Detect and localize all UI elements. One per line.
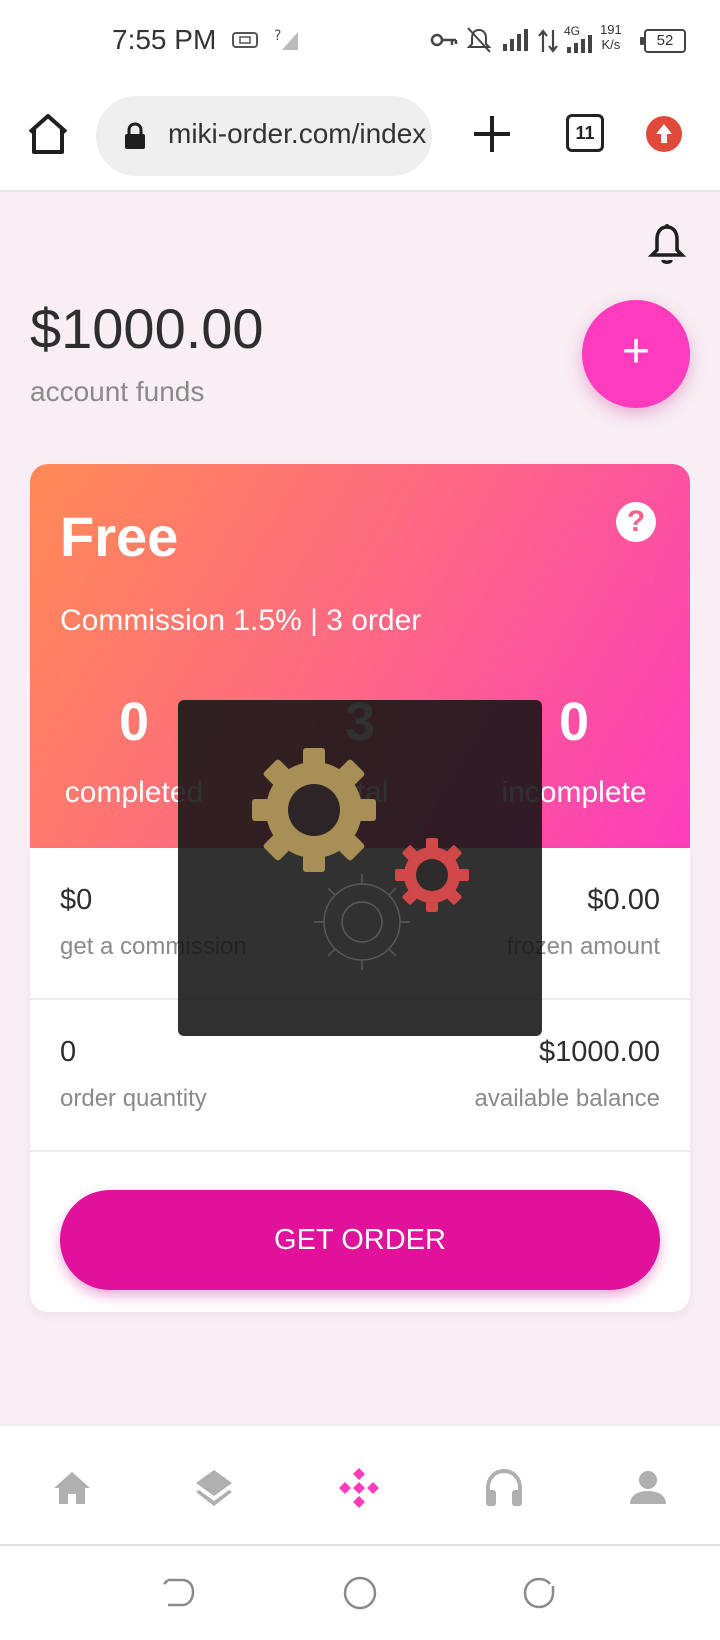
gears-loading-icon — [252, 748, 469, 970]
order-icon[interactable] — [337, 1466, 381, 1510]
no-signal-icon: ? — [274, 28, 298, 50]
faded-gear — [314, 874, 410, 970]
account-funds-label: account funds — [30, 376, 205, 407]
sim-card-icon — [232, 32, 258, 48]
order-quantity-value: 0 — [60, 1036, 77, 1068]
available-balance-label: available balance — [474, 1085, 660, 1112]
account-funds-value: $1000.00 — [30, 297, 264, 360]
home-icon[interactable] — [50, 1466, 94, 1510]
browser-toolbar: miki-order.com/index 11 — [0, 82, 720, 192]
network-speed: 191 K/s — [600, 22, 622, 52]
home-circle-icon[interactable] — [341, 1574, 379, 1612]
plus-icon[interactable] — [470, 112, 514, 156]
plan-name: Free — [60, 505, 179, 568]
signal-4g-icon — [567, 35, 592, 53]
home-icon[interactable] — [24, 110, 72, 158]
back-icon[interactable] — [160, 1574, 198, 1612]
tabs-icon[interactable]: 11 — [566, 114, 604, 152]
available-balance-value: $1000.00 — [539, 1036, 660, 1068]
recents-icon[interactable] — [520, 1574, 558, 1612]
signal-icon — [503, 29, 528, 51]
data-arrows-icon — [538, 29, 558, 53]
battery-icon: 52 — [640, 29, 686, 53]
add-funds-button[interactable]: + — [582, 300, 690, 408]
key-icon — [430, 33, 458, 47]
support-icon[interactable] — [482, 1466, 526, 1510]
bell-icon[interactable] — [648, 222, 686, 266]
layers-icon[interactable] — [192, 1466, 236, 1510]
large-gear — [252, 748, 376, 872]
address-bar[interactable]: miki-order.com/index — [96, 96, 432, 176]
order-quantity-cell: 0 order quantity — [60, 1036, 207, 1113]
status-bar: 7:55 PM ? 4G 191 K/s 52 — [0, 0, 720, 82]
loading-overlay — [178, 700, 542, 1036]
order-quantity-label: order quantity — [60, 1085, 207, 1112]
bottom-nav — [0, 1424, 720, 1546]
bell-off-icon — [466, 27, 492, 53]
get-order-button[interactable]: GET ORDER — [60, 1190, 660, 1290]
speed-value: 191 — [600, 22, 622, 37]
status-time: 7:55 PM — [112, 24, 217, 55]
svg-text:?: ? — [274, 28, 281, 44]
url-text[interactable]: miki-order.com/index — [168, 118, 426, 150]
help-icon[interactable]: ? — [616, 502, 656, 542]
update-icon[interactable] — [646, 116, 682, 152]
profile-icon[interactable] — [626, 1466, 670, 1510]
plan-commission: Commission 1.5% | 3 order — [60, 604, 422, 637]
small-gear — [395, 838, 469, 912]
available-balance-cell: $1000.00 available balance — [475, 1036, 660, 1113]
battery-level: 52 — [656, 32, 674, 49]
speed-unit: K/s — [601, 37, 621, 52]
system-nav-bar — [0, 1546, 720, 1640]
arrow-up-icon — [656, 124, 672, 143]
lock-icon — [125, 122, 145, 149]
